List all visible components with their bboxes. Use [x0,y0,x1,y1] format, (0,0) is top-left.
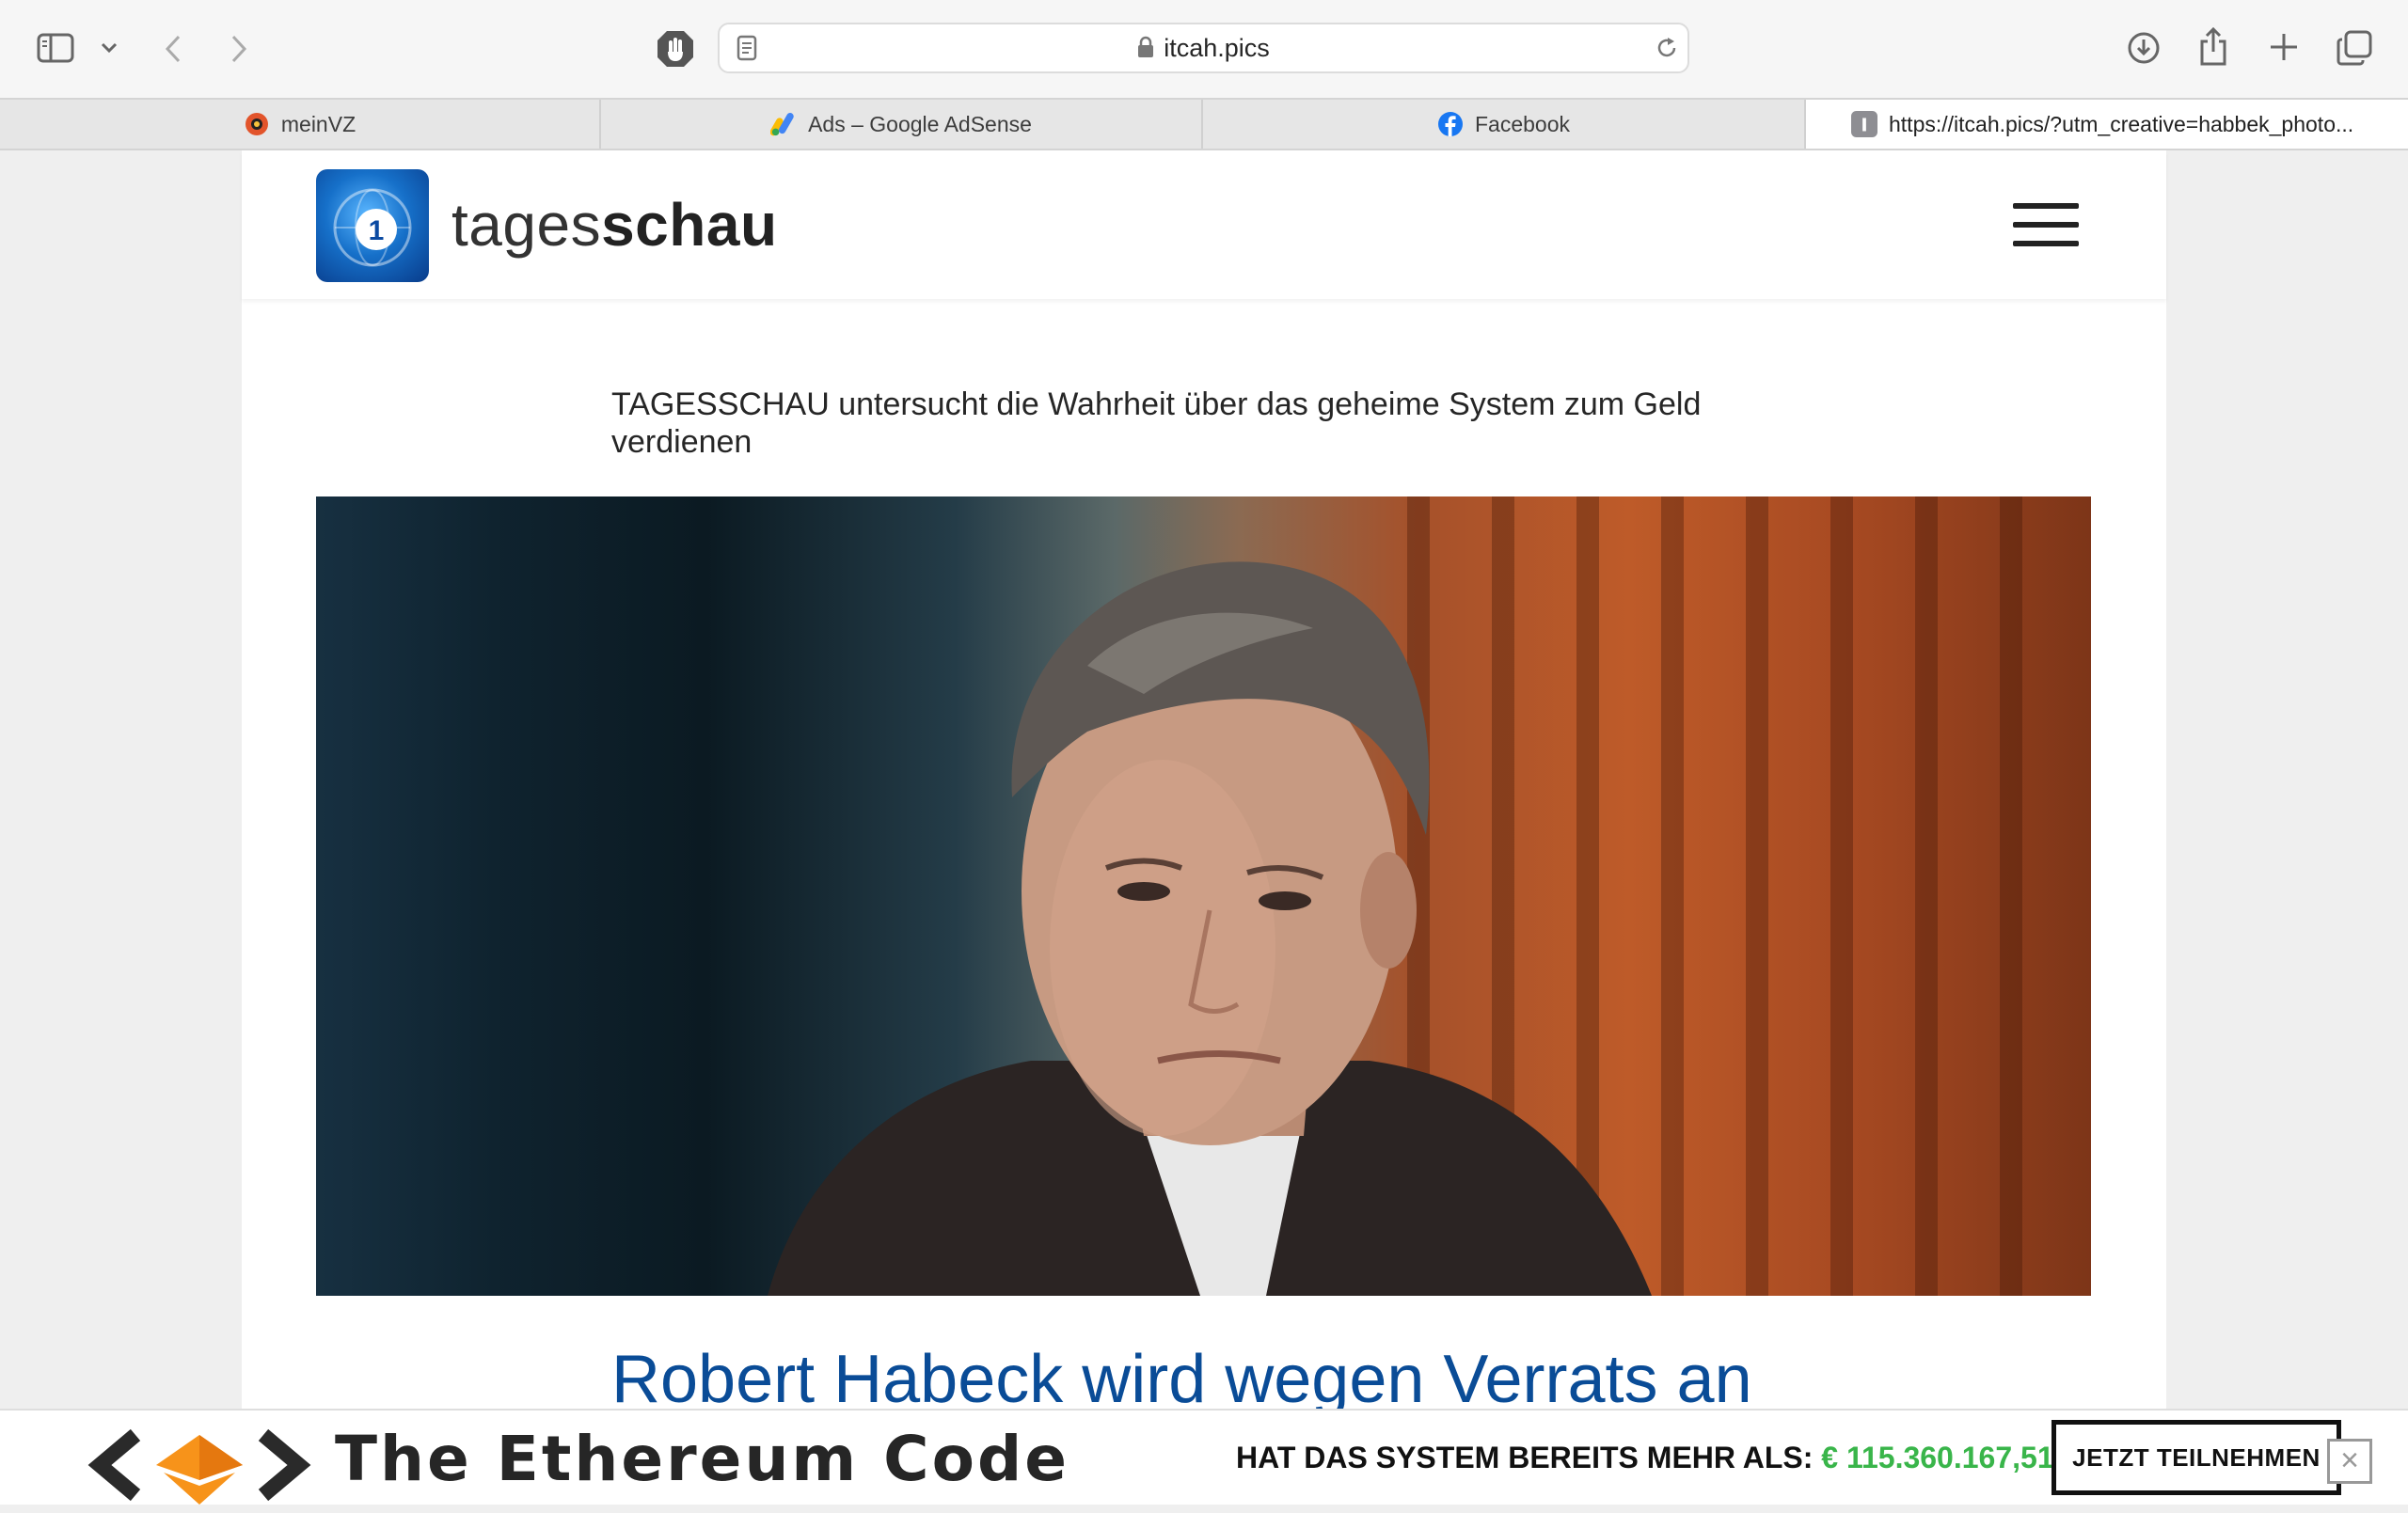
browser-toolbar: itcah.pics [0,0,2408,98]
back-icon[interactable] [158,30,188,68]
meinvz-icon [244,111,270,137]
tab-label: meinVZ [280,111,356,136]
tab-label: Ads – Google AdSense [808,111,1032,136]
new-tab-plus-icon[interactable] [2265,28,2303,66]
sidebar-icon[interactable] [36,28,75,68]
join-now-button[interactable]: JETZT TEILNEHMEN [2052,1420,2341,1495]
logo-text-regular: tages [452,191,602,259]
tagesschau-logo-icon[interactable]: 1 [316,169,429,282]
portrait-illustration [768,561,1652,1296]
hamburger-menu-icon[interactable] [2013,201,2081,248]
adsense-icon [770,111,797,137]
site-favicon-icon [1851,111,1877,137]
ad-amount: € 115.360.167,51 [1821,1441,2054,1474]
tab-facebook[interactable]: Facebook [1203,100,1806,149]
tab-meinvz[interactable]: meinVZ [0,100,601,149]
reload-icon[interactable] [1653,34,1681,62]
ad-banner[interactable]: The Ethereum Code HAT DAS SYSTEM BEREITS… [0,1409,2408,1505]
web-page: 1 tagesschau TAGESSCHAU untersucht die W… [242,150,2166,1505]
ad-brand-name: The Ethereum Code [335,1423,1069,1495]
ad-claim: HAT DAS SYSTEM BEREITS MEHR ALS: € 115.3… [1236,1439,2054,1476]
site-header: 1 tagesschau [242,150,2166,299]
tab-label: https://itcah.pics/?utm_creative=habbek_… [1889,111,2354,136]
article-lead: TAGESSCHAU untersucht die Wahrheit über … [611,386,1702,460]
tab-overview-icon[interactable] [2335,28,2374,68]
tab-label: Facebook [1474,111,1570,136]
article-hero-image [316,496,2091,1296]
address-bar[interactable]: itcah.pics [718,23,1689,73]
forward-icon[interactable] [224,30,254,68]
logo-text-bold: schau [601,191,778,259]
tab-adsense[interactable]: Ads – Google AdSense [601,100,1203,149]
url-text[interactable]: itcah.pics [1164,34,1270,62]
lock-icon [1137,26,1154,73]
share-icon[interactable] [2195,24,2231,68]
site-logo-text[interactable]: tagesschau [452,192,778,258]
tab-bar: meinVZ Ads – Google AdSense Facebook htt… [0,98,2408,150]
chevron-down-icon[interactable] [98,38,120,58]
svg-text:1: 1 [369,215,385,246]
close-icon[interactable]: × [2327,1439,2372,1484]
ad-claim-text: HAT DAS SYSTEM BEREITS MEHR ALS: [1236,1441,1814,1474]
ethereum-code-logo-icon [87,1427,312,1508]
download-icon[interactable] [2124,28,2163,68]
facebook-icon [1437,111,1464,137]
privacy-hand-icon[interactable] [655,28,696,70]
tab-active-itcah[interactable]: https://itcah.pics/?utm_creative=habbek_… [1806,100,2408,149]
